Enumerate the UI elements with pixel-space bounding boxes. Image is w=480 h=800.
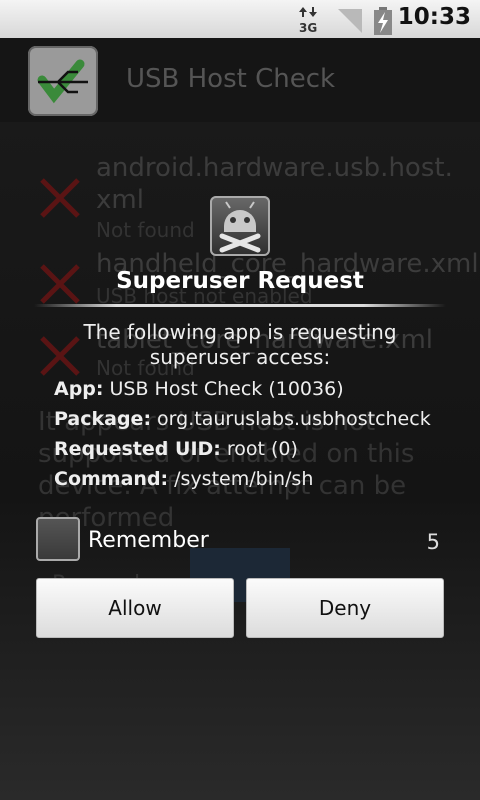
uid-info-row: Requested UID: root (0) xyxy=(54,438,298,460)
app-titlebar: USB Host Check xyxy=(0,38,480,122)
uid-label: Requested UID: xyxy=(54,438,221,460)
signal-icon xyxy=(338,9,362,33)
remember-checkbox[interactable] xyxy=(36,517,80,561)
app-icon xyxy=(28,46,98,116)
app-value: USB Host Check (10036) xyxy=(109,378,344,400)
remember-label[interactable]: Remember xyxy=(88,528,209,553)
usb-check-icon xyxy=(37,59,88,104)
deny-button[interactable]: Deny xyxy=(246,578,444,638)
package-value: org.tauruslabs.usbhostcheck xyxy=(157,408,431,430)
command-info-row: Command:/system/bin/sh xyxy=(54,468,313,490)
allow-button[interactable]: Allow xyxy=(36,578,234,638)
dialog-title: Superuser Request xyxy=(116,268,364,294)
svg-text:3G: 3G xyxy=(299,21,317,33)
status-bar: 3G 10:33 xyxy=(0,0,480,38)
command-value: /system/bin/sh xyxy=(174,468,314,490)
app-title: USB Host Check xyxy=(126,64,336,94)
uid-value: root (0) xyxy=(226,438,298,460)
command-label: Command: xyxy=(54,468,169,490)
dialog-message: The following app is requesting superuse… xyxy=(83,320,397,369)
android-skull-icon xyxy=(219,201,261,253)
battery-charging-icon xyxy=(374,7,392,35)
superuser-dialog: Superuser Request The following app is r… xyxy=(30,190,450,640)
superuser-icon xyxy=(210,196,270,256)
clock: 10:33 xyxy=(397,4,471,30)
package-info-row: Package: org.tauruslabs.usbhostcheck xyxy=(54,408,431,430)
dialog-divider xyxy=(34,304,446,307)
app-info-row: App: USB Host Check (10036) xyxy=(54,378,344,400)
data-3g-icon: 3G xyxy=(299,7,317,33)
package-label: Package: xyxy=(54,408,152,430)
app-label: App: xyxy=(54,378,104,400)
countdown-timer: 5 xyxy=(426,530,440,554)
